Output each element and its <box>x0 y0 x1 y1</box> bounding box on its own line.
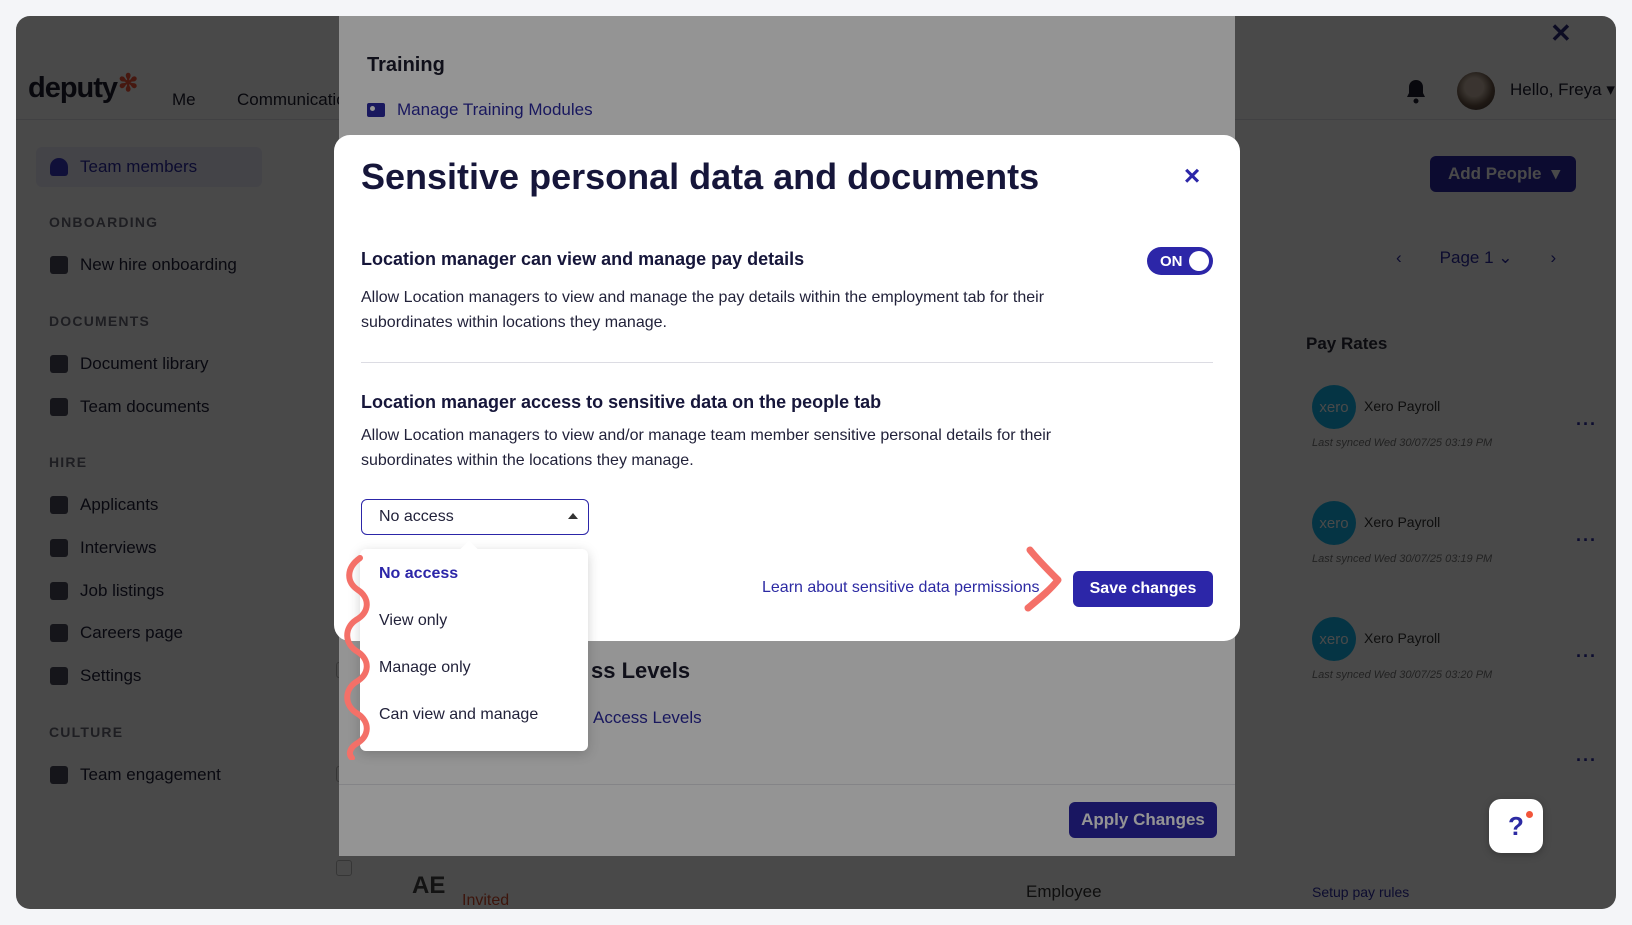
notification-dot <box>1526 811 1533 818</box>
annotation-arrow <box>1024 546 1062 612</box>
toggle-knob <box>1189 251 1209 271</box>
close-icon[interactable]: × <box>1180 162 1204 190</box>
pay-details-description: Allow Location managers to view and mana… <box>361 289 1045 331</box>
caret-up-icon <box>568 513 578 519</box>
option-can-view-and-manage[interactable]: Can view and manage <box>379 706 538 724</box>
pay-details-section-title: Location manager can view and manage pay… <box>361 249 805 269</box>
option-view-only[interactable]: View only <box>379 612 447 630</box>
app-window: deputy✻ Me Communicatio Hello, Freya ▾ ✕… <box>16 16 1616 909</box>
sensitive-data-description: Allow Location managers to view and/or m… <box>361 427 1052 469</box>
help-button[interactable]: ? <box>1489 799 1543 853</box>
learn-sensitive-permissions-link[interactable]: Learn about sensitive data permissions <box>762 579 1040 597</box>
divider <box>361 362 1213 363</box>
option-no-access[interactable]: No access <box>379 565 458 583</box>
sensitive-data-section-title: Location manager access to sensitive dat… <box>361 392 882 412</box>
pay-details-toggle[interactable]: ON <box>1147 247 1213 275</box>
access-level-dropdown: No access View only Manage only Can view… <box>360 540 588 751</box>
toggle-label: ON <box>1160 252 1183 270</box>
access-level-select[interactable]: No access <box>361 499 589 535</box>
annotation-squiggle <box>344 555 370 760</box>
option-manage-only[interactable]: Manage only <box>379 659 471 677</box>
modal-title: Sensitive personal data and documents <box>361 156 1040 197</box>
save-changes-button[interactable]: Save changes <box>1073 571 1213 607</box>
